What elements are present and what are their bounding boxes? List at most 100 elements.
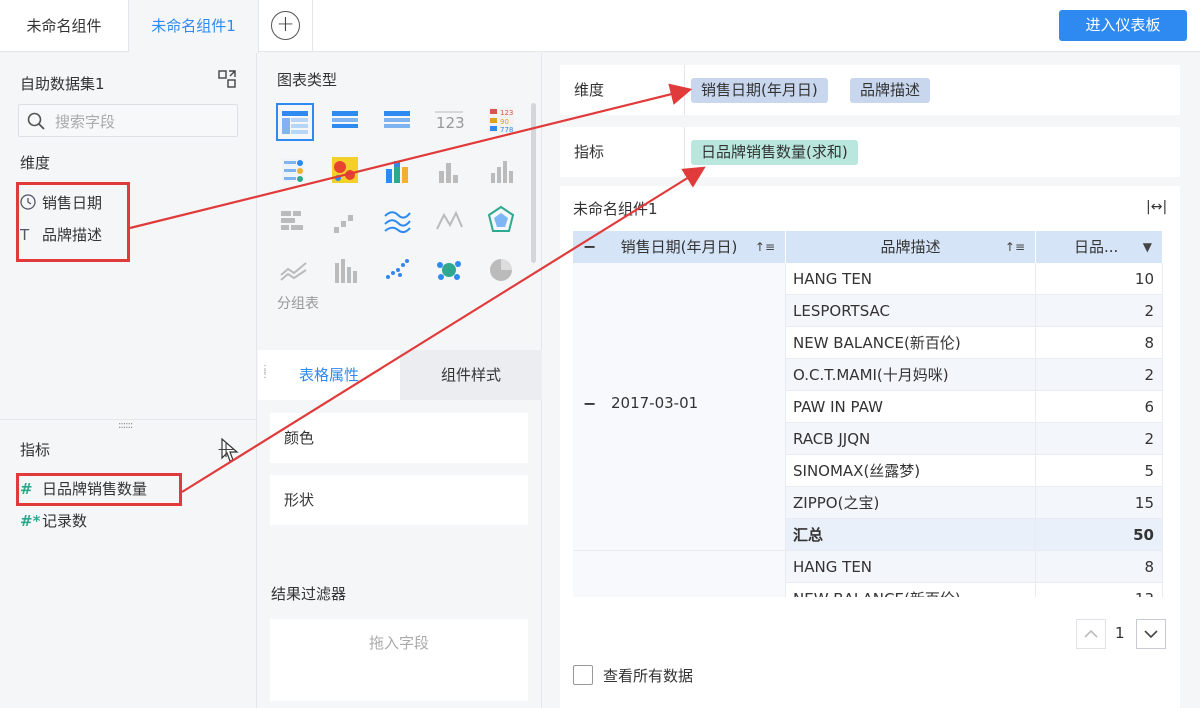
header-sales-date[interactable]: − 销售日期(年月日) ↑≡ — [573, 231, 786, 263]
selected-chart-type-label: 分组表 — [277, 296, 319, 312]
chart-type-stacked-bar[interactable] — [380, 153, 418, 191]
field-panel: 自助数据集1 搜索字段 维度 销售日期 T 品牌描述 :::::: 指标 + # 日… — [0, 53, 257, 708]
view-all-label: 查看所有数据 — [603, 667, 694, 685]
chart-type-range[interactable] — [328, 253, 366, 291]
result-filter-title: 结果过滤器 — [271, 585, 347, 603]
chart-config-panel: 图表类型 123 123 90 778 分组表 表格属性 组件样式 ⋮ ⋮ 颜色… — [258, 53, 542, 708]
dimension-section-label: 维度 — [20, 154, 51, 172]
chart-type-horizontal-bar[interactable] — [276, 203, 314, 241]
brand-cell: HANG TEN — [786, 263, 1036, 295]
value-cell: 2 — [1036, 423, 1163, 455]
chart-type-line[interactable] — [432, 203, 470, 241]
metric-shelf-label: 指标 — [574, 143, 605, 161]
chart-type-pie[interactable] — [484, 253, 522, 291]
chart-type-text[interactable]: 123 90 778 — [484, 103, 522, 141]
dimension-shelf-label: 维度 — [574, 81, 605, 99]
fit-width-icon[interactable]: |↔| — [1146, 199, 1167, 215]
add-metric-icon[interactable]: + — [216, 435, 236, 463]
field-record-count[interactable]: #* 记录数 — [20, 509, 87, 533]
dimension-shelf[interactable]: 维度 销售日期(年月日) 品牌描述 — [560, 65, 1180, 115]
value-cell: 10 — [1036, 263, 1163, 295]
metric-shelf[interactable]: 指标 日品牌销售数量(求和) — [560, 127, 1180, 177]
chart-type-column[interactable] — [484, 153, 522, 191]
top-tab-bar: 未命名组件 未命名组件1 + 进入仪表板 — [0, 0, 1200, 53]
chart-type-group-table[interactable] — [276, 103, 314, 141]
drag-handle-icon[interactable]: ⋮ ⋮ — [260, 365, 270, 380]
view-all-checkbox[interactable] — [573, 665, 593, 685]
brand-cell: PAW IN PAW — [786, 391, 1036, 423]
tab-table-properties[interactable]: 表格属性 — [258, 350, 400, 400]
dropdown-icon[interactable]: ▼ — [1143, 231, 1152, 263]
tab-component-style[interactable]: 组件样式 — [400, 350, 542, 400]
field-label: 记录数 — [42, 512, 88, 530]
page-up-button[interactable] — [1076, 619, 1106, 649]
chart-type-multi-line[interactable] — [380, 203, 418, 241]
chart-type-area[interactable] — [276, 253, 314, 291]
property-color[interactable]: 颜色 — [270, 413, 528, 463]
search-placeholder: 搜索字段 — [55, 113, 116, 131]
annotation-box-dimensions — [16, 182, 130, 262]
brand-cell: O.C.T.MAMI(十月妈咪) — [786, 359, 1036, 391]
tab-unnamed-component[interactable]: 未命名组件 — [0, 0, 129, 52]
enter-dashboard-button[interactable]: 进入仪表板 — [1059, 10, 1187, 41]
sort-icon[interactable]: ↑≡ — [1005, 231, 1025, 263]
chart-type-detail-table[interactable] — [380, 103, 418, 141]
value-cell: 8 — [1036, 551, 1163, 583]
chart-type-bar[interactable] — [432, 153, 470, 191]
header-label: 品牌描述 — [880, 238, 941, 256]
chart-type-color-table[interactable] — [276, 153, 314, 191]
brand-cell: RACB JJQN — [786, 423, 1036, 455]
chart-type-kpi[interactable]: 123 — [432, 103, 470, 141]
pill-daily-brand-sales-sum[interactable]: 日品牌销售数量(求和) — [691, 140, 858, 165]
add-tab-button[interactable]: + — [259, 0, 313, 52]
collapse-icon[interactable]: − — [583, 394, 596, 413]
component-preview: 未命名组件1 |↔| − 销售日期(年月日) ↑≡ 品牌描述 ↑≡ 日品... … — [560, 186, 1180, 708]
chart-type-heatmap[interactable] — [328, 153, 366, 191]
header-brand-desc[interactable]: 品牌描述 ↑≡ — [786, 231, 1036, 263]
svg-text:123: 123 — [500, 109, 513, 117]
metric-section-label: 指标 — [20, 441, 51, 459]
value-cell: 8 — [1036, 327, 1163, 359]
svg-text:123: 123 — [436, 114, 465, 132]
header-daily-brand[interactable]: 日品... ▼ — [1036, 231, 1163, 263]
property-shape[interactable]: 形状 — [270, 475, 528, 525]
hash-star-icon: #* — [20, 512, 41, 530]
chart-type-waterfall[interactable] — [328, 203, 366, 241]
page-down-button[interactable] — [1136, 619, 1166, 649]
drag-handle-icon[interactable]: :::::: — [118, 421, 138, 431]
svg-text:90: 90 — [500, 118, 509, 126]
pill-sales-date-ymd[interactable]: 销售日期(年月日) — [691, 78, 828, 103]
value-cell: 13 — [1036, 583, 1163, 597]
tab-unnamed-component-1[interactable]: 未命名组件1 — [129, 0, 259, 53]
date-group-cell — [573, 551, 786, 597]
dataset-title: 自助数据集1 — [20, 75, 105, 93]
value-cell: 6 — [1036, 391, 1163, 423]
svg-text:778: 778 — [500, 126, 513, 134]
component-title: 未命名组件1 — [573, 200, 658, 218]
chart-type-scatter[interactable] — [380, 253, 418, 291]
scrollbar[interactable] — [531, 103, 536, 263]
brand-cell: LESPORTSAC — [786, 295, 1036, 327]
brand-cell: NEW BALANCE(新百伦) — [786, 583, 1036, 597]
chart-type-cross-table[interactable] — [328, 103, 366, 141]
search-input[interactable]: 搜索字段 — [18, 104, 238, 137]
shelf-divider — [684, 127, 685, 177]
sort-icon[interactable]: ↑≡ — [755, 231, 775, 263]
brand-cell: SINOMAX(丝露梦) — [786, 455, 1036, 487]
brand-cell: NEW BALANCE(新百伦) — [786, 327, 1036, 359]
filter-drop-zone[interactable]: 拖入字段 — [270, 619, 528, 701]
brand-cell: HANG TEN — [786, 551, 1036, 583]
chart-type-radar[interactable] — [484, 203, 522, 241]
total-label-cell: 汇总 — [786, 519, 1036, 551]
plus-circle-icon: + — [271, 11, 300, 40]
page-number: 1 — [1115, 624, 1125, 642]
search-icon — [27, 112, 45, 130]
group-table: − 销售日期(年月日) ↑≡ 品牌描述 ↑≡ 日品... ▼ − 2017-03… — [573, 231, 1163, 597]
header-label: 销售日期(年月日) — [620, 238, 738, 256]
date-group-cell: − 2017-03-01 — [573, 263, 786, 551]
chart-type-title: 图表类型 — [277, 71, 338, 89]
pill-brand-desc[interactable]: 品牌描述 — [850, 78, 931, 103]
brand-cell: ZIPPO(之宝) — [786, 487, 1036, 519]
chart-type-bubble[interactable] — [432, 253, 470, 291]
switch-dataset-icon[interactable] — [217, 69, 237, 89]
